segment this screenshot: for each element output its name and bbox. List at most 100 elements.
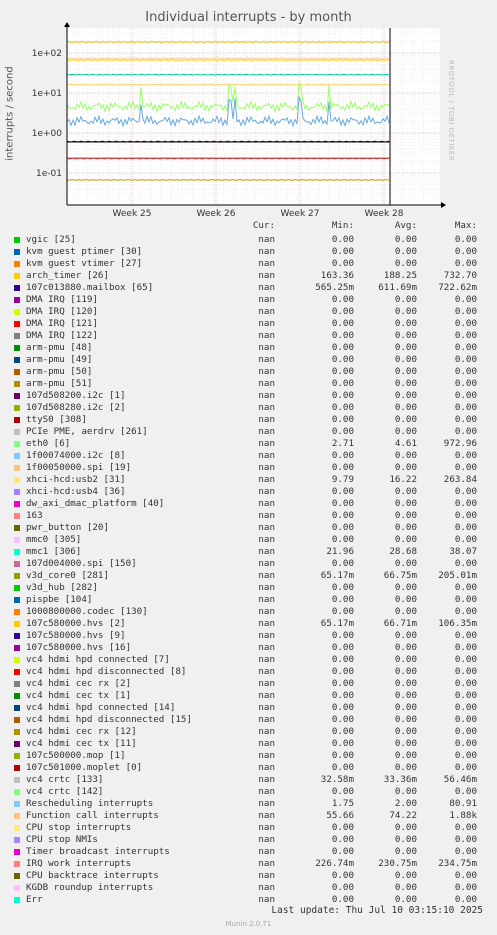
- legend-swatch: [14, 837, 20, 843]
- y-tick-label: 1e-01: [36, 169, 62, 179]
- legend-avg: 33.36m: [383, 774, 417, 785]
- legend-cur: nan: [258, 630, 275, 641]
- legend-cur: nan: [258, 498, 275, 509]
- legend-avg: 0.00: [394, 642, 417, 653]
- legend-min: 0.00: [331, 750, 354, 761]
- legend-max: 0.00: [454, 402, 477, 413]
- legend-min: 0.00: [331, 234, 354, 245]
- legend-name: arch_timer [26]: [26, 270, 109, 281]
- legend-max: 972.96: [443, 438, 477, 449]
- legend-max: 56.46m: [443, 774, 477, 785]
- legend-cur: nan: [258, 774, 275, 785]
- legend-row: Rescheduling interrupts nan 1.75 2.00 80.91: [0, 798, 497, 810]
- legend-avg: 66.71m: [383, 618, 417, 629]
- legend-min: 226.74m: [315, 858, 354, 869]
- legend-swatch: [14, 801, 20, 807]
- y-tick-label: 1e+00: [32, 129, 63, 139]
- legend-swatch: [14, 441, 20, 447]
- legend-name: vc4 hdmi hpd connected [14]: [26, 702, 176, 713]
- legend-cur: nan: [258, 594, 275, 605]
- legend-cur: nan: [258, 726, 275, 737]
- legend-max: 106.35m: [438, 618, 477, 629]
- legend-cur: nan: [258, 714, 275, 725]
- legend-avg: 0.00: [394, 318, 417, 329]
- legend-cur: nan: [258, 558, 275, 569]
- legend-max: 0.00: [454, 762, 477, 773]
- legend-cur: nan: [258, 342, 275, 353]
- legend-avg: 0.00: [394, 870, 417, 881]
- legend-max: 0.00: [454, 690, 477, 701]
- legend-min: 0.00: [331, 726, 354, 737]
- legend-avg: 0.00: [394, 534, 417, 545]
- legend-name: mmc0 [305]: [26, 534, 82, 545]
- legend-min: 1.75: [331, 798, 354, 809]
- legend-name: pispbe [104]: [26, 594, 93, 605]
- legend-name: pwr_button [20]: [26, 522, 109, 533]
- legend-row: vc4 hdmi hpd disconnected [8] nan 0.00 0.00…: [0, 666, 497, 678]
- legend-avg: 74.22: [389, 810, 417, 821]
- legend-avg: 0.00: [394, 390, 417, 401]
- legend-swatch: [14, 549, 20, 555]
- legend-max: 732.70: [443, 270, 477, 281]
- legend-max: 263.84: [443, 474, 477, 485]
- legend-swatch: [14, 429, 20, 435]
- legend-row: vc4 hdmi hpd connected [14] nan 0.00 0.00 0.…: [0, 702, 497, 714]
- legend-swatch: [14, 525, 20, 531]
- legend-avg: 0.00: [394, 414, 417, 425]
- legend-name: DMA IRQ [120]: [26, 306, 98, 317]
- legend-row: vc4 crtc [142] nan 0.00 0.00 0.00: [0, 786, 497, 798]
- legend-name: 107c580000.hvs [16]: [26, 642, 132, 653]
- legend-max: 0.00: [454, 450, 477, 461]
- legend-name: vc4 hdmi hpd connected [7]: [26, 654, 170, 665]
- legend-row: kvm guest vtimer [27] nan 0.00 0.00 0.00: [0, 258, 497, 270]
- legend-avg: 0.00: [394, 582, 417, 593]
- legend-avg: 611.69m: [378, 282, 417, 293]
- legend-name: vc4 hdmi cec tx [1]: [26, 690, 132, 701]
- legend-min: 565.25m: [315, 282, 354, 293]
- legend-avg: 0.00: [394, 354, 417, 365]
- legend-cur: nan: [258, 822, 275, 833]
- legend-max: 0.00: [454, 786, 477, 797]
- legend-row: KGDB roundup interrupts nan 0.00 0.00 0.00: [0, 882, 497, 894]
- legend-swatch: [14, 777, 20, 783]
- legend-avg: 0.00: [394, 498, 417, 509]
- legend-row: mmc0 [305] nan 0.00 0.00 0.00: [0, 534, 497, 546]
- legend-max: 0.00: [454, 738, 477, 749]
- legend-swatch: [14, 285, 20, 291]
- legend-swatch: [14, 633, 20, 639]
- legend-cur: nan: [258, 474, 275, 485]
- legend-cur: nan: [258, 654, 275, 665]
- legend-name: 163: [26, 510, 43, 521]
- x-tick-label: Week 27: [281, 209, 320, 219]
- legend-max: 0.00: [454, 714, 477, 725]
- legend-row: Function call interrupts nan 55.66 74.22 1.8…: [0, 810, 497, 822]
- legend-name: eth0 [6]: [26, 438, 71, 449]
- legend-swatch: [14, 741, 20, 747]
- legend-avg: 0.00: [394, 366, 417, 377]
- legend-name: 107c501000.moplet [0]: [26, 762, 143, 773]
- legend-max: 0.00: [454, 342, 477, 353]
- legend-swatch: [14, 897, 20, 903]
- legend-swatch: [14, 669, 20, 675]
- legend-avg: 230.75m: [378, 858, 417, 869]
- legend-min: 0.00: [331, 330, 354, 341]
- legend-max: 0.00: [454, 834, 477, 845]
- legend-min: 0.00: [331, 510, 354, 521]
- legend-name: Timer broadcast interrupts: [26, 846, 170, 857]
- legend-swatch: [14, 765, 20, 771]
- legend-cur: nan: [258, 462, 275, 473]
- legend-name: Function call interrupts: [26, 810, 159, 821]
- legend-cur: nan: [258, 510, 275, 521]
- legend-avg: 0.00: [394, 606, 417, 617]
- legend-cur: nan: [258, 678, 275, 689]
- legend-avg: 0.00: [394, 714, 417, 725]
- legend-row: mmc1 [306] nan 21.96 28.68 38.07: [0, 546, 497, 558]
- legend-max: 0.00: [454, 582, 477, 593]
- legend-name: Rescheduling interrupts: [26, 798, 154, 809]
- legend-cur: nan: [258, 534, 275, 545]
- legend-cur: nan: [258, 306, 275, 317]
- legend-cur: nan: [258, 894, 275, 905]
- legend-swatch: [14, 417, 20, 423]
- legend-avg: 0.00: [394, 702, 417, 713]
- legend-row: vc4 hdmi cec rx [2] nan 0.00 0.00 0.00: [0, 678, 497, 690]
